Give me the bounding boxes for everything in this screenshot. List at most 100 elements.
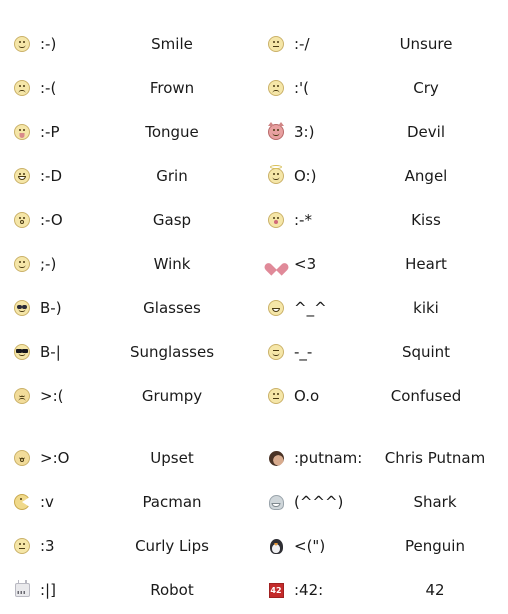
heart-emoticon-icon bbox=[254, 257, 294, 271]
squint-emoticon-icon bbox=[254, 344, 294, 360]
emoticon-row[interactable]: B-| Sunglasses bbox=[0, 330, 254, 374]
emoticon-code: <3 bbox=[294, 255, 317, 273]
emoticon-row[interactable]: <(") Penguin bbox=[254, 524, 508, 568]
right-standard-group: :-/ Unsure :'( Cry 3:) Devil O:) Angel : bbox=[254, 22, 508, 418]
emoticon-code: :-D bbox=[40, 167, 63, 185]
upset-emoticon-icon bbox=[0, 450, 40, 466]
emoticon-code: :-O bbox=[40, 211, 63, 229]
right-column: :-/ Unsure :'( Cry 3:) Devil O:) Angel : bbox=[254, 0, 508, 614]
emoticon-label: Wink bbox=[153, 255, 191, 273]
emoticon-row[interactable]: :3 Curly Lips bbox=[0, 524, 254, 568]
emoticon-code: ;-) bbox=[40, 255, 57, 273]
devil-emoticon-icon bbox=[254, 122, 294, 140]
emoticon-label: Kiss bbox=[411, 211, 441, 229]
chris-putnam-avatar-icon bbox=[254, 450, 294, 466]
emoticon-code: <(") bbox=[294, 537, 326, 555]
emoticon-label: Squint bbox=[401, 343, 451, 361]
emoticon-row[interactable]: ;-) Wink bbox=[0, 242, 254, 286]
kiki-emoticon-icon bbox=[254, 300, 294, 316]
emoticon-row[interactable]: O:) Angel bbox=[254, 154, 508, 198]
emoticon-label: Frown bbox=[149, 79, 195, 97]
emoticon-row[interactable]: :v Pacman bbox=[0, 480, 254, 524]
confused-emoticon-icon bbox=[254, 388, 294, 404]
emoticon-row[interactable]: >:( Grumpy bbox=[0, 374, 254, 418]
emoticon-code: :3 bbox=[40, 537, 55, 555]
grin-emoticon-icon bbox=[0, 168, 40, 184]
emoticon-label: Smile bbox=[151, 35, 193, 53]
emoticon-row[interactable]: :'( Cry bbox=[254, 66, 508, 110]
emoticon-row[interactable]: -_- Squint bbox=[254, 330, 508, 374]
emoticon-label: Curly Lips bbox=[135, 537, 209, 555]
emoticon-code: B-| bbox=[40, 343, 61, 361]
emoticon-row[interactable]: 42 :42: 42 bbox=[254, 568, 508, 612]
emoticon-row[interactable]: 3:) Devil bbox=[254, 110, 508, 154]
emoticon-row[interactable]: :-) Smile bbox=[0, 22, 254, 66]
curly-lips-emoticon-icon bbox=[0, 538, 40, 554]
sunglasses-emoticon-icon bbox=[0, 344, 40, 360]
emoticon-label: Grin bbox=[156, 167, 188, 185]
emoticon-code: :'( bbox=[294, 79, 310, 97]
emoticon-code: :42: bbox=[294, 581, 324, 599]
pacman-emoticon-icon bbox=[0, 494, 40, 510]
emoticon-label: Shark bbox=[413, 493, 457, 511]
emoticon-row[interactable]: B-) Glasses bbox=[0, 286, 254, 330]
emoticon-row[interactable]: :-* Kiss bbox=[254, 198, 508, 242]
emoticon-chart: :-) Smile :-( Frown :-P Tongue :-D Grin bbox=[0, 0, 508, 614]
emoticon-label: Grumpy bbox=[141, 387, 203, 405]
frown-emoticon-icon bbox=[0, 80, 40, 96]
emoticon-row[interactable]: :putnam: Chris Putnam bbox=[254, 436, 508, 480]
emoticon-code: :-( bbox=[40, 79, 57, 97]
robot-emoticon-icon bbox=[0, 580, 40, 597]
emoticon-code: :v bbox=[40, 493, 54, 511]
emoticon-code: >:O bbox=[40, 449, 70, 467]
emoticon-label: Heart bbox=[405, 255, 447, 273]
cry-emoticon-icon bbox=[254, 80, 294, 96]
emoticon-row[interactable]: :-P Tongue bbox=[0, 110, 254, 154]
emoticon-label: Chris Putnam bbox=[384, 449, 486, 467]
tongue-emoticon-icon bbox=[0, 124, 40, 140]
emoticon-code: O.o bbox=[294, 387, 320, 405]
emoticon-label: Angel bbox=[404, 167, 448, 185]
emoticon-row[interactable]: (^^^) Shark bbox=[254, 480, 508, 524]
emoticon-code: -_- bbox=[294, 343, 313, 361]
emoticon-label: Sunglasses bbox=[129, 343, 215, 361]
left-standard-group: :-) Smile :-( Frown :-P Tongue :-D Grin bbox=[0, 22, 254, 418]
emoticon-label: Unsure bbox=[399, 35, 453, 53]
forty-two-badge-icon: 42 bbox=[254, 582, 294, 598]
emoticon-row[interactable]: O.o Confused bbox=[254, 374, 508, 418]
emoticon-code: :putnam: bbox=[294, 449, 363, 467]
right-special-group: :putnam: Chris Putnam (^^^) Shark <(") P… bbox=[254, 436, 508, 612]
emoticon-row[interactable]: >:O Upset bbox=[0, 436, 254, 480]
gasp-emoticon-icon bbox=[0, 212, 40, 228]
emoticon-row[interactable]: ^_^ kiki bbox=[254, 286, 508, 330]
emoticon-code: :-) bbox=[40, 35, 57, 53]
emoticon-label: Penguin bbox=[405, 537, 465, 555]
emoticon-row[interactable]: :|] Robot bbox=[0, 568, 254, 612]
emoticon-row[interactable]: :-( Frown bbox=[0, 66, 254, 110]
emoticon-label: Devil bbox=[407, 123, 445, 141]
glasses-emoticon-icon bbox=[0, 300, 40, 316]
emoticon-label: 42 bbox=[425, 581, 445, 599]
emoticon-row[interactable]: :-O Gasp bbox=[0, 198, 254, 242]
emoticon-row[interactable]: <3 Heart bbox=[254, 242, 508, 286]
emoticon-row[interactable]: :-/ Unsure bbox=[254, 22, 508, 66]
wink-emoticon-icon bbox=[0, 256, 40, 272]
emoticon-label: Upset bbox=[150, 449, 194, 467]
emoticon-label: Tongue bbox=[145, 123, 199, 141]
kiss-emoticon-icon bbox=[254, 212, 294, 228]
left-special-group: >:O Upset :v Pacman :3 Curly Lips :|] Ro… bbox=[0, 436, 254, 612]
smile-emoticon-icon bbox=[0, 36, 40, 52]
unsure-emoticon-icon bbox=[254, 36, 294, 52]
emoticon-label: Pacman bbox=[142, 493, 202, 511]
emoticon-code: B-) bbox=[40, 299, 62, 317]
emoticon-label: Cry bbox=[413, 79, 439, 97]
emoticon-code: >:( bbox=[40, 387, 64, 405]
emoticon-row[interactable]: :-D Grin bbox=[0, 154, 254, 198]
emoticon-code: (^^^) bbox=[294, 493, 344, 511]
emoticon-code: :-/ bbox=[294, 35, 310, 53]
emoticon-label: kiki bbox=[413, 299, 439, 317]
left-column: :-) Smile :-( Frown :-P Tongue :-D Grin bbox=[0, 0, 254, 614]
emoticon-code: :-* bbox=[294, 211, 312, 229]
emoticon-label: Glasses bbox=[143, 299, 201, 317]
emoticon-code: O:) bbox=[294, 167, 317, 185]
